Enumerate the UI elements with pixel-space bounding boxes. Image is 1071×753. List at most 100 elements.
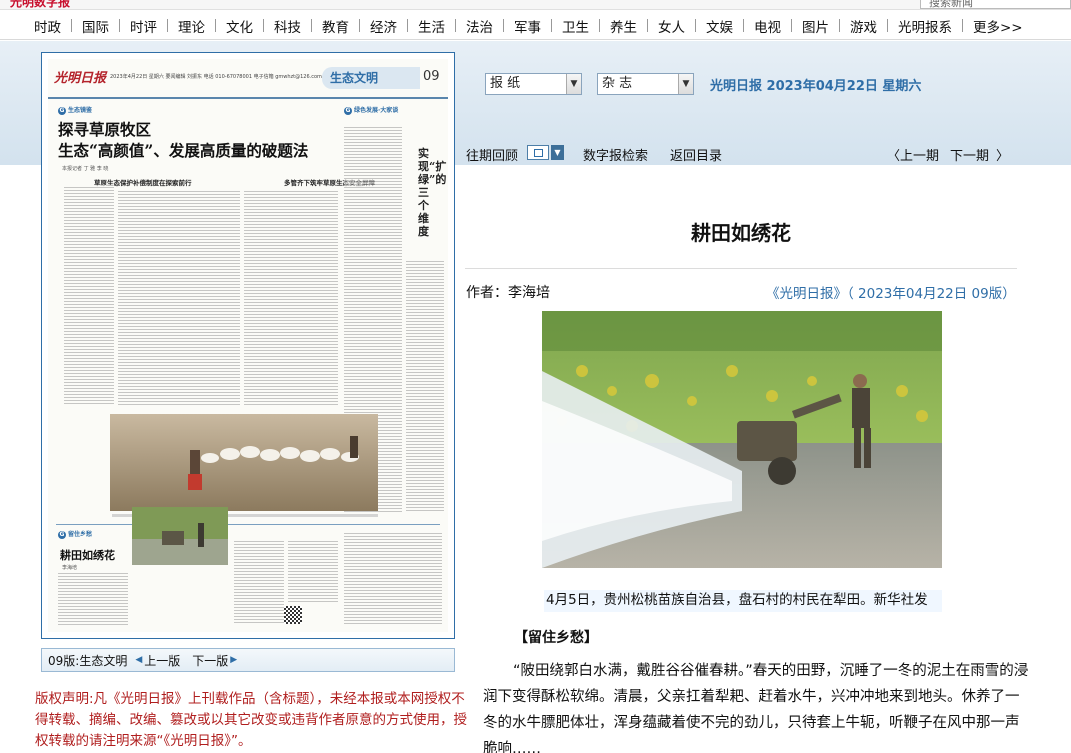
nav-link[interactable]: 光明报系: [888, 16, 962, 36]
nav-link[interactable]: 更多>>: [963, 16, 1033, 36]
text-column: [118, 189, 240, 407]
nav-link[interactable]: 游戏: [840, 16, 887, 36]
nav-item[interactable]: 法治: [456, 16, 503, 36]
page-number: 09: [423, 69, 440, 84]
nav-item[interactable]: 生活: [408, 16, 455, 36]
nav-link[interactable]: 国际: [72, 16, 119, 36]
nav-item[interactable]: 科技: [264, 16, 311, 36]
nav-link[interactable]: 经济: [360, 16, 407, 36]
qr-code: [284, 606, 302, 624]
nav-link[interactable]: 卫生: [552, 16, 599, 36]
nav-item[interactable]: 光明报系: [888, 16, 962, 36]
divider: [465, 268, 1017, 269]
nav-link[interactable]: 女人: [648, 16, 695, 36]
text-column: [234, 539, 284, 625]
article-headline-small[interactable]: 耕田如绣花: [60, 547, 115, 563]
page-meta: 2023年4月22日 星期六 要闻编辑 刘振东 电话 010-67078001 …: [110, 74, 356, 80]
nav-item[interactable]: 养生: [600, 16, 647, 36]
article-source[interactable]: 《光明日报》（ 2023年04月22日 09版）: [766, 282, 1016, 302]
nav-link[interactable]: 理论: [168, 16, 215, 36]
section-heading: 【留住乡愁】: [514, 630, 598, 646]
article-body: “陂田绕郭白水满，戴胜谷谷催春耕。”春天的田野，沉睡了一冬的泥土在雨雪的浸润下变…: [483, 663, 1029, 753]
chevron-right-icon: 〉: [996, 149, 1010, 164]
top-search-input[interactable]: 搜索新闻: [920, 0, 1071, 9]
paper-select[interactable]: 报 纸 ▼: [485, 73, 582, 95]
edition-select[interactable]: 杂 志 ▼: [597, 73, 694, 95]
column-tag: 绿色发展·大家谈: [344, 105, 398, 115]
chevron-down-icon[interactable]: ▼: [678, 74, 693, 94]
headline-line: 生态“高颜值”、发展高质量的破题法: [58, 141, 309, 160]
nav-item[interactable]: 图片: [792, 16, 839, 36]
text-column: [344, 531, 442, 625]
triangle-right-icon: ▶: [230, 655, 238, 665]
nav-item[interactable]: 教育: [312, 16, 359, 36]
text-column: [406, 259, 444, 513]
nav-link[interactable]: 电视: [744, 16, 791, 36]
nav-item[interactable]: 电视: [744, 16, 791, 36]
chevron-left-icon: 〈: [887, 149, 901, 164]
text-column: [64, 185, 114, 405]
nav-item[interactable]: 女人: [648, 16, 695, 36]
nav-item[interactable]: 文化: [216, 16, 263, 36]
nav-link[interactable]: 时评: [120, 16, 167, 36]
nav-item[interactable]: 国际: [72, 16, 119, 36]
triangle-left-icon: ◀: [135, 655, 143, 665]
nav-link[interactable]: 图片: [792, 16, 839, 36]
lead-headline[interactable]: 探寻草原牧区 生态“高颜值”、发展高质量的破题法: [58, 119, 338, 161]
nav-item[interactable]: 文娱: [696, 16, 743, 36]
column-tag: 生态镜鉴: [58, 105, 92, 115]
nav-item[interactable]: 时评: [120, 16, 167, 36]
nav-item[interactable]: 更多>>: [963, 16, 1033, 36]
page-nav-bar: 09版:生态文明 ◀ 上一版 下一版 ▶: [41, 648, 455, 672]
nav-link[interactable]: 教育: [312, 16, 359, 36]
section-name: 生态文明: [322, 67, 420, 89]
article-title: 耕田如绣花: [691, 221, 791, 245]
nav-item[interactable]: 游戏: [840, 16, 887, 36]
nav-item[interactable]: 经济: [360, 16, 407, 36]
nav-item[interactable]: 卫生: [552, 16, 599, 36]
nav-link[interactable]: 生活: [408, 16, 455, 36]
page-preview[interactable]: 光明日报 2023年4月22日 星期六 要闻编辑 刘振东 电话 010-6707…: [41, 52, 455, 639]
photo-caption: 4月5日，贵州松桃苗族自治县，盘石村的村民在犁田。新华社发: [544, 590, 942, 612]
nav-link[interactable]: 文娱: [696, 16, 743, 36]
top-strip: 光明数字报 搜索新闻: [0, 0, 1071, 10]
site-logo[interactable]: 光明数字报: [10, 0, 70, 9]
nav-item[interactable]: 理论: [168, 16, 215, 36]
prev-issue-link[interactable]: 上一期: [900, 145, 939, 164]
paper-select-value: 报 纸: [490, 76, 521, 91]
page-root: 光明数字报 搜索新闻 时政 国际 时评 理论 文化 科技 教育 经济 生活 法治 军事 卫生 养生 女人文…: [0, 0, 1071, 753]
next-page-link[interactable]: 下一版: [192, 652, 228, 669]
sheep-photo[interactable]: [110, 414, 378, 511]
nav-link[interactable]: 军事: [504, 16, 551, 36]
nav-link[interactable]: 文化: [216, 16, 263, 36]
chevron-down-icon[interactable]: ▼: [566, 74, 581, 94]
byline: 李海培: [62, 565, 78, 571]
digital-search-link[interactable]: 数字报检索: [583, 145, 648, 164]
back-to-index-link[interactable]: 返回目录: [670, 145, 722, 164]
nav-link[interactable]: 法治: [456, 16, 503, 36]
nav-link[interactable]: 时政: [24, 16, 71, 36]
divider: [56, 524, 440, 525]
side-headline[interactable]: 实现“扩绿”的三个维度: [418, 147, 446, 238]
next-issue-link[interactable]: 下一期: [950, 145, 989, 164]
prev-page-link[interactable]: 上一版: [144, 652, 180, 669]
headline-line: 探寻草原牧区: [58, 120, 152, 139]
paper-logo: 光明日报: [54, 71, 107, 86]
chevron-down-icon[interactable]: ▼: [551, 145, 564, 160]
issue-date: 光明日报 2023年04月22日 星期六: [710, 79, 922, 94]
newspaper-page-image[interactable]: 光明日报 2023年4月22日 星期六 要闻编辑 刘振东 电话 010-6707…: [48, 59, 448, 632]
calendar-icon[interactable]: [527, 145, 549, 160]
nav-link[interactable]: 养生: [600, 16, 647, 36]
page-label: 09版:生态文明: [48, 653, 128, 668]
text-column: [288, 539, 338, 603]
nav-item[interactable]: 军事: [504, 16, 551, 36]
plowing-photo-thumb[interactable]: [132, 507, 228, 565]
nav-link[interactable]: 科技: [264, 16, 311, 36]
issue-toolbar: 往期回顾 ▼ 数字报检索 返回目录 〈 上一期 下一期 〉: [466, 143, 1036, 165]
article-author: 作者：李海培: [466, 285, 550, 301]
column-tag: 留住乡愁: [58, 529, 92, 539]
plowing-photo: [542, 311, 942, 568]
text-column: [244, 189, 338, 407]
history-link[interactable]: 往期回顾: [466, 145, 518, 164]
nav-item[interactable]: 时政: [24, 16, 71, 36]
